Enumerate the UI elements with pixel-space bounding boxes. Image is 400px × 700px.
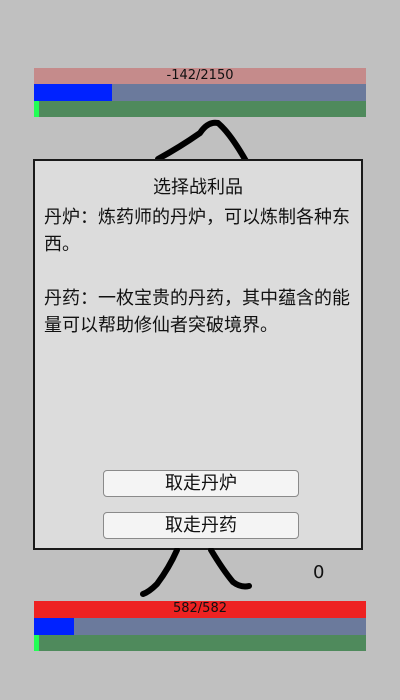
dialog-title: 选择战利品 <box>153 177 243 198</box>
enemy-hp-bar: -142/2150 <box>34 68 366 84</box>
counter-value: 0 <box>313 562 325 583</box>
enemy-mp-bar <box>34 84 366 101</box>
player-stamina-fill <box>34 635 39 651</box>
enemy-stamina-fill <box>34 101 39 117</box>
loot-dialog: 选择战利品 丹炉：炼药师的丹炉，可以炼制各种东西。 丹药：一枚宝贵的丹药，其中蕴… <box>33 159 363 550</box>
player-stamina-bar <box>34 635 366 651</box>
enemy-hp-text: -142/2150 <box>166 68 234 83</box>
take-furnace-button[interactable]: 取走丹炉 <box>103 470 299 497</box>
enemy-mp-fill <box>34 84 113 101</box>
player-mp-fill <box>34 618 74 635</box>
player-figure <box>140 548 252 597</box>
dialog-description: 丹炉：炼药师的丹炉，可以炼制各种东西。 丹药：一枚宝贵的丹药，其中蕴含的能量可以… <box>44 207 350 336</box>
enemy-stamina-bar <box>34 101 366 117</box>
player-hp-bar: 582/582 <box>34 601 366 618</box>
player-mp-bar <box>34 618 366 635</box>
player-hp-text: 582/582 <box>172 601 227 616</box>
take-pill-button[interactable]: 取走丹药 <box>103 512 299 539</box>
